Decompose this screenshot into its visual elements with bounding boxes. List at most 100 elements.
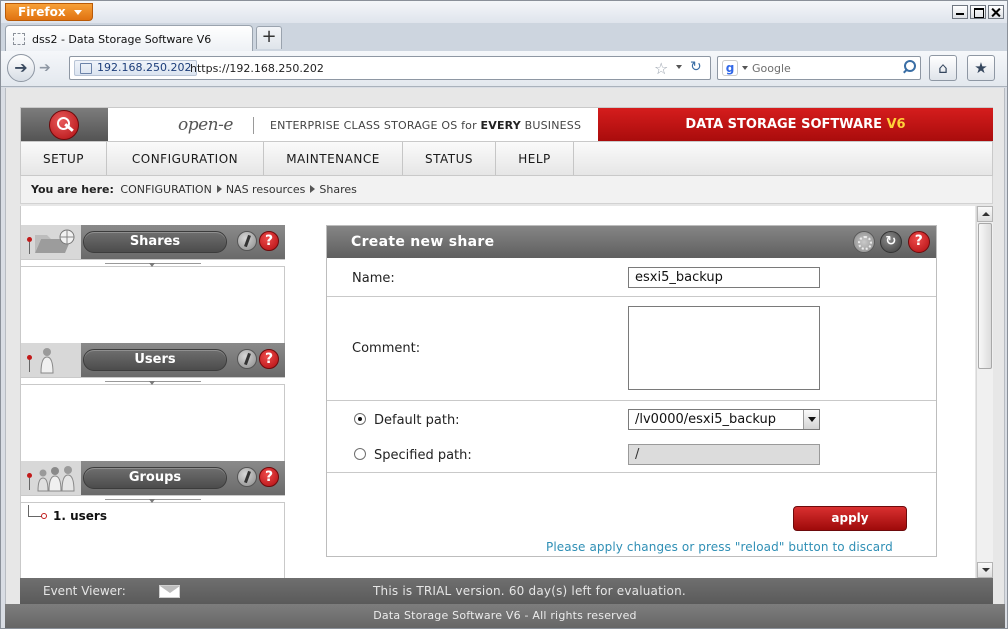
browser-window: Firefox dss2 - Data Storage Software V6 … xyxy=(0,0,1008,629)
groups-panel-title[interactable]: Groups xyxy=(83,467,227,489)
logout-key-block[interactable] xyxy=(21,108,108,141)
new-tab-button[interactable]: + xyxy=(256,26,282,49)
users-panel-divider[interactable] xyxy=(21,377,285,385)
form-title: Create new share xyxy=(351,234,495,250)
specified-path-radio[interactable] xyxy=(354,448,366,460)
wrench-icon[interactable] xyxy=(237,231,257,251)
menu-help[interactable]: HELP xyxy=(496,142,574,175)
form-help-icon[interactable]: ? xyxy=(908,231,930,253)
breadcrumb-arrow-icon xyxy=(310,185,316,193)
mail-icon[interactable] xyxy=(159,585,180,598)
brand-header: open-e ENTERPRISE CLASS STORAGE OS for E… xyxy=(20,107,993,142)
minimize-button[interactable] xyxy=(952,5,968,19)
comment-label: Comment: xyxy=(352,341,421,356)
shares-panel-divider[interactable] xyxy=(21,259,285,267)
product-banner: DATA STORAGE SOFTWARE V6 xyxy=(598,108,993,141)
product-version: V6 xyxy=(886,117,906,132)
breadcrumb-arrow-icon xyxy=(216,185,222,193)
shares-help-icon[interactable]: ? xyxy=(259,231,279,251)
key-icon[interactable] xyxy=(49,110,79,140)
trial-notice: This is TRIAL version. 60 day(s) left fo… xyxy=(373,584,686,598)
page-footer: Data Storage Software V6 - All rights re… xyxy=(5,604,1005,628)
groups-panel-divider[interactable] xyxy=(21,495,285,503)
apply-hint-text: Please apply changes or press "reload" b… xyxy=(546,540,893,554)
list-item[interactable]: 1. users xyxy=(21,503,221,525)
shares-folder-icon xyxy=(21,225,81,259)
close-window-button[interactable] xyxy=(988,5,1004,19)
firefox-menu-label: Firefox xyxy=(18,5,66,19)
name-label: Name: xyxy=(352,271,395,286)
title-bar: Firefox xyxy=(1,1,1007,23)
breadcrumb: You are here: CONFIGURATION NAS resources… xyxy=(20,176,993,204)
menu-maintenance[interactable]: MAINTENANCE xyxy=(264,142,403,175)
loading-spinner-icon xyxy=(853,231,875,253)
tagline-prefix: ENTERPRISE CLASS STORAGE OS for xyxy=(270,119,481,132)
name-row: Name: esxi5_backup xyxy=(327,259,936,297)
form-header: Create new share ↻ ? xyxy=(327,226,936,258)
home-button[interactable]: ⌂ xyxy=(929,55,957,81)
specified-path-input: / xyxy=(628,444,820,465)
open-e-logo: open-e xyxy=(178,115,233,135)
product-name: DATA STORAGE SOFTWARE xyxy=(685,117,887,132)
reload-form-icon[interactable]: ↻ xyxy=(880,231,902,253)
site-identity-button[interactable]: 192.168.250.202 xyxy=(74,60,198,76)
vertical-scrollbar[interactable] xyxy=(976,206,993,578)
default-path-radio[interactable] xyxy=(354,413,366,425)
google-icon[interactable]: g xyxy=(722,60,738,76)
scroll-thumb[interactable] xyxy=(978,223,992,369)
back-button[interactable]: ➔ xyxy=(7,54,35,82)
logo-divider xyxy=(253,117,254,134)
forward-button[interactable]: ➔ xyxy=(39,59,59,77)
address-bar[interactable]: 192.168.250.202 https://192.168.250.202 … xyxy=(69,56,711,80)
users-panel-title[interactable]: Users xyxy=(83,349,227,371)
group-name[interactable]: 1. users xyxy=(53,509,107,523)
search-input[interactable]: Google xyxy=(752,62,791,75)
url-history-dropdown-icon[interactable] xyxy=(676,65,682,69)
firefox-menu-button[interactable]: Firefox xyxy=(5,3,93,21)
wrench-icon[interactable] xyxy=(237,349,257,369)
menu-configuration[interactable]: CONFIGURATION xyxy=(107,142,264,175)
scroll-down-button[interactable] xyxy=(977,562,993,578)
search-engine-dropdown-icon[interactable] xyxy=(742,66,748,70)
users-panel-header: Users ? xyxy=(21,343,285,377)
menu-setup[interactable]: SETUP xyxy=(21,142,107,175)
url-text[interactable]: https://192.168.250.202 xyxy=(190,62,324,75)
chevron-down-icon[interactable] xyxy=(803,410,819,429)
tab-title: dss2 - Data Storage Software V6 xyxy=(32,33,212,46)
maximize-button[interactable] xyxy=(970,5,986,19)
event-viewer-bar: Event Viewer: This is TRIAL version. 60 … xyxy=(20,578,993,604)
default-path-select[interactable]: /lv0000/esxi5_backup xyxy=(628,409,820,430)
apply-button[interactable]: apply xyxy=(793,506,907,531)
event-viewer-label: Event Viewer: xyxy=(43,584,126,598)
bookmark-star-icon[interactable]: ☆ xyxy=(654,59,668,78)
reload-icon[interactable]: ↻ xyxy=(690,59,702,75)
users-help-icon[interactable]: ? xyxy=(259,349,279,369)
shares-panel-title[interactable]: Shares xyxy=(83,231,227,253)
breadcrumb-prefix: You are here: xyxy=(31,183,114,196)
breadcrumb-item-configuration[interactable]: CONFIGURATION xyxy=(120,183,211,196)
group-icon xyxy=(21,461,81,495)
users-list xyxy=(21,385,285,461)
breadcrumb-item-nas-resources[interactable]: NAS resources xyxy=(226,183,306,196)
left-panel-bottom xyxy=(21,559,285,578)
groups-panel-header: Groups ? xyxy=(21,461,285,495)
breadcrumb-item-shares[interactable]: Shares xyxy=(319,183,356,196)
tab-dss2[interactable]: dss2 - Data Storage Software V6 xyxy=(5,25,253,51)
path-row: Default path: /lv0000/esxi5_backup Speci… xyxy=(327,401,936,473)
tree-node-icon xyxy=(41,513,47,519)
menu-status[interactable]: STATUS xyxy=(403,142,496,175)
page-favicon-icon xyxy=(13,33,25,45)
wrench-icon[interactable] xyxy=(237,467,257,487)
tab-strip: dss2 - Data Storage Software V6 + xyxy=(1,23,1007,51)
scroll-up-button[interactable] xyxy=(977,206,993,222)
name-input[interactable]: esxi5_backup xyxy=(628,267,820,288)
tagline-suffix: BUSINESS xyxy=(520,119,582,132)
default-path-value: /lv0000/esxi5_backup xyxy=(635,412,776,427)
comment-textarea[interactable] xyxy=(628,306,820,390)
navigation-toolbar: ➔ ➔ 192.168.250.202 https://192.168.250.… xyxy=(1,51,1007,87)
search-icon[interactable] xyxy=(902,59,916,73)
bookmarks-button[interactable]: ★ xyxy=(967,55,995,81)
back-forward-group: ➔ ➔ xyxy=(7,54,63,82)
search-bar[interactable]: g Google xyxy=(717,56,921,80)
groups-help-icon[interactable]: ? xyxy=(259,467,279,487)
